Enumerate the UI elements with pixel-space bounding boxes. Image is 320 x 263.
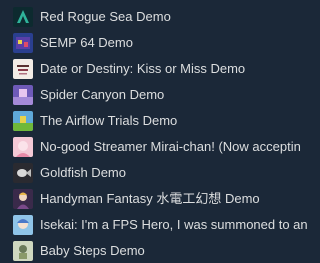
library-item-baby-steps[interactable]: Baby Steps Demo — [0, 240, 312, 262]
handyman-fantasy-icon — [13, 189, 33, 209]
library-item-label: SEMP 64 Demo — [40, 35, 133, 50]
airflow-trials-icon — [13, 111, 33, 131]
mirai-chan-icon — [13, 137, 33, 157]
library-item-label: Date or Destiny: Kiss or Miss Demo — [40, 61, 246, 76]
date-or-destiny-icon — [13, 59, 33, 79]
isekai-fps-hero-icon — [13, 215, 33, 235]
library-item-handyman-fantasy[interactable]: Handyman Fantasy 水電工幻想 Demo — [0, 188, 312, 210]
library-item-spider-canyon[interactable]: Spider Canyon Demo — [0, 84, 312, 106]
library-item-label: Isekai: I'm a FPS Hero, I was summoned t… — [40, 217, 308, 232]
library-item-semp-64[interactable]: SEMP 64 Demo — [0, 32, 312, 54]
library-item-label: Goldfish Demo — [40, 165, 126, 180]
spider-canyon-icon — [13, 85, 33, 105]
library-item-label: Red Rogue Sea Demo — [40, 9, 171, 24]
library-item-goldfish[interactable]: Goldfish Demo — [0, 162, 312, 184]
library-item-label: The Airflow Trials Demo — [40, 113, 178, 128]
red-rogue-sea-icon — [13, 7, 33, 27]
library-item-label: Handyman Fantasy 水電工幻想 Demo — [40, 191, 260, 206]
library-item-label: Baby Steps Demo — [40, 243, 145, 258]
library-item-label: No-good Streamer Mirai-chan! (Now accept… — [40, 139, 301, 154]
library-item-airflow-trials[interactable]: The Airflow Trials Demo — [0, 110, 312, 132]
game-library-list: Red Rogue Sea Demo SEMP 64 Demo Date or … — [0, 0, 312, 263]
library-item-red-rogue-sea[interactable]: Red Rogue Sea Demo — [0, 6, 312, 28]
library-item-label: Spider Canyon Demo — [40, 87, 165, 102]
goldfish-icon — [13, 163, 33, 183]
baby-steps-icon — [13, 241, 33, 261]
library-item-date-or-destiny[interactable]: Date or Destiny: Kiss or Miss Demo — [0, 58, 312, 80]
library-item-isekai-fps-hero[interactable]: Isekai: I'm a FPS Hero, I was summoned t… — [0, 214, 312, 236]
library-item-mirai-chan[interactable]: No-good Streamer Mirai-chan! (Now accept… — [0, 136, 312, 158]
semp-64-icon — [13, 33, 33, 53]
